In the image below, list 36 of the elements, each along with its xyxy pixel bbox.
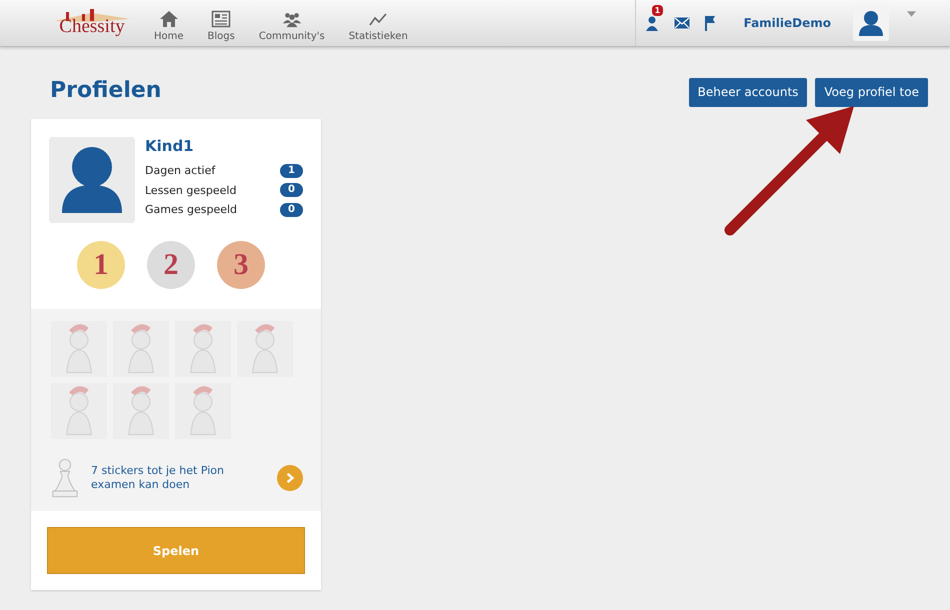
- chessity-logo[interactable]: Chessity: [52, 9, 132, 37]
- medal: 1: [77, 241, 125, 289]
- sticker-drawing: [51, 321, 107, 377]
- sticker-drawing: [175, 383, 231, 439]
- flag-icon[interactable]: [704, 15, 716, 31]
- nav-link[interactable]: Blogs: [208, 4, 235, 42]
- home-icon: [158, 10, 179, 28]
- pawn-icon: [51, 457, 79, 499]
- sticker-drawing: [175, 321, 231, 377]
- medal: 3: [217, 241, 265, 289]
- sticker-drawing: [237, 321, 293, 377]
- nav-link[interactable]: Home: [154, 4, 184, 42]
- progress-text: 7 stickers tot je het Pion examen kan doen: [91, 464, 226, 492]
- newspaper-icon: [211, 10, 232, 28]
- page-title: Profielen: [50, 78, 162, 102]
- mail-icon[interactable]: [674, 17, 690, 29]
- notification-badge: 1: [652, 5, 664, 16]
- sticker-drawing: [113, 383, 169, 439]
- nav-link[interactable]: Community's: [258, 4, 325, 42]
- stat-count: 1: [280, 164, 303, 178]
- nav-link[interactable]: Statistieken: [348, 4, 408, 42]
- chevron-right-icon: [284, 472, 296, 484]
- stat-count: 0: [280, 202, 303, 217]
- person-icon[interactable]: [646, 15, 658, 31]
- stat-label: Lessen gespeeld: [145, 184, 236, 197]
- action-button[interactable]: Voeg profiel toe: [815, 78, 928, 106]
- medal: 2: [147, 241, 195, 289]
- stat-label: Dagen actief: [145, 164, 216, 178]
- stat-label: Games gespeeld: [145, 203, 238, 216]
- profile-name[interactable]: Kind1: [145, 137, 303, 155]
- stat-count: 0: [280, 183, 303, 198]
- people-icon: [282, 10, 302, 28]
- username-link[interactable]: FamilieDemo: [744, 16, 831, 30]
- sticker-drawing: [113, 321, 169, 377]
- action-button[interactable]: Beheer accounts: [688, 78, 808, 106]
- sticker-drawing: [51, 383, 107, 439]
